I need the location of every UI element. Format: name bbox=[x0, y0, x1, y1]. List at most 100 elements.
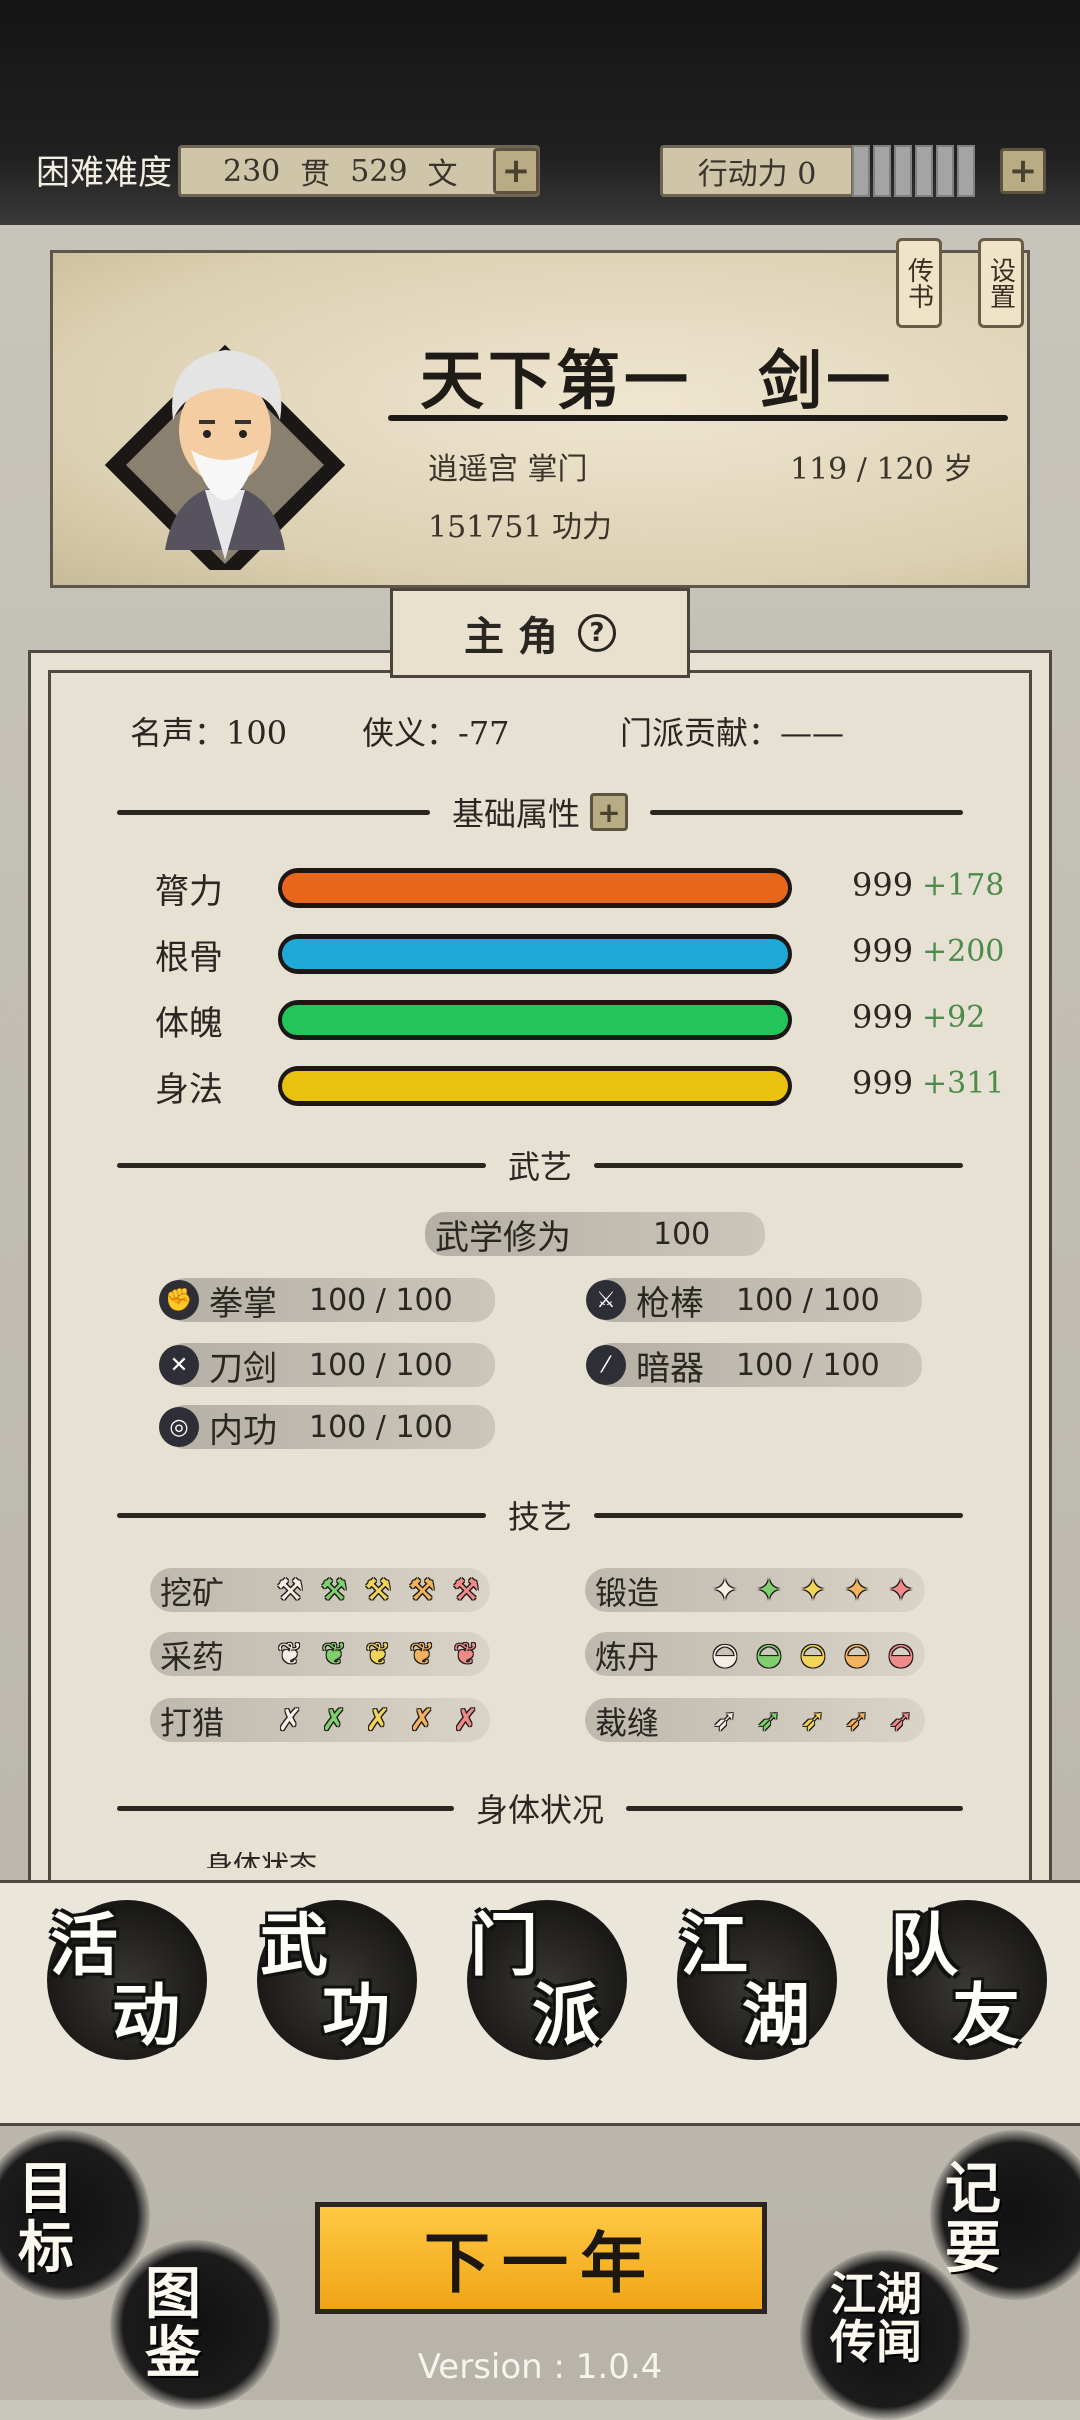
nav-label-char: 友 bbox=[952, 1976, 1021, 2056]
martial-skill-label: 内功 bbox=[209, 1410, 277, 1451]
tab-title: 主 角 bbox=[464, 613, 558, 660]
chivalry-stat: 侠义：-77 bbox=[362, 714, 510, 752]
add-attribute-button[interactable]: + bbox=[590, 793, 629, 831]
martial-cultivation-label: 武学修为 bbox=[435, 1217, 571, 1258]
character-title: 天下第一 bbox=[420, 344, 692, 419]
action-points-meter bbox=[852, 145, 975, 197]
martial-skill-label: 枪棒 bbox=[636, 1283, 704, 1324]
bow-icon: ✗ bbox=[453, 1702, 479, 1738]
attribute-bar bbox=[278, 868, 792, 908]
action-point-cell bbox=[915, 145, 933, 197]
pickaxe-icon: ⚒ bbox=[452, 1572, 480, 1608]
settings-tag-button[interactable]: 设置 bbox=[978, 238, 1024, 328]
tab-protagonist[interactable]: 主 角 ? bbox=[390, 588, 690, 678]
section-basic-attributes: 基础属性 + bbox=[95, 792, 985, 833]
avatar[interactable] bbox=[95, 320, 365, 570]
craft-level-icons: ◒ ◒ ◒ ◒ ◒ bbox=[705, 1634, 921, 1674]
martial-cultivation: 武学修为 100 bbox=[425, 1212, 765, 1258]
nav-label-char: 活 bbox=[50, 1906, 119, 1986]
needle-icon: ➶ bbox=[756, 1702, 782, 1738]
anvil-icon: ✦ bbox=[712, 1572, 738, 1608]
bow-icon: ✗ bbox=[321, 1702, 347, 1738]
attribute-bar-fill bbox=[282, 873, 788, 903]
needle-icon: ➶ bbox=[888, 1702, 914, 1738]
martial-cultivation-value: 100 bbox=[653, 1216, 711, 1252]
power: 151751 功力 bbox=[428, 510, 613, 545]
bow-icon: ✗ bbox=[409, 1702, 435, 1738]
difficulty-label: 困难难度 bbox=[36, 153, 172, 193]
needle-icon: ➶ bbox=[800, 1702, 826, 1738]
craft-level-icons: ✦ ✦ ✦ ✦ ✦ bbox=[705, 1570, 921, 1610]
craft-label[interactable]: 炼丹 bbox=[595, 1632, 659, 1678]
herb-icon: ❦ bbox=[409, 1636, 435, 1672]
martial-skill-row[interactable]: ✊ 拳掌 100 / 100 bbox=[159, 1278, 495, 1324]
nav-label-char: 湖 bbox=[742, 1976, 811, 2056]
martial-skill-row[interactable]: ⚔ 枪棒 100 / 100 bbox=[586, 1278, 922, 1324]
martial-skill-row[interactable]: ◎ 内功 100 / 100 bbox=[159, 1405, 495, 1451]
attribute-label: 身法 bbox=[155, 1070, 223, 1110]
action-points-label: 行动力 0 bbox=[660, 145, 854, 197]
add-money-button[interactable]: + bbox=[493, 148, 539, 194]
fame-stat: 名声：100 bbox=[130, 714, 288, 752]
attribute-label: 膂力 bbox=[155, 872, 223, 912]
attribute-bar-fill bbox=[282, 939, 788, 969]
pickaxe-icon: ⚒ bbox=[276, 1572, 304, 1608]
money-guan-value: 230 bbox=[223, 153, 281, 189]
martial-skill-row[interactable]: ⁄ 暗器 100 / 100 bbox=[586, 1343, 922, 1389]
help-icon[interactable]: ? bbox=[577, 614, 616, 652]
section-crafts: 技艺 bbox=[95, 1495, 985, 1536]
notes-button[interactable]: 记要 bbox=[945, 2160, 1005, 2278]
add-action-points-button[interactable]: + bbox=[1000, 148, 1046, 194]
action-point-cell bbox=[873, 145, 891, 197]
bowl-icon: ◒ bbox=[755, 1636, 783, 1672]
action-point-cell bbox=[957, 145, 975, 197]
attribute-value: 999 bbox=[852, 932, 914, 970]
attribute-value: 999 bbox=[852, 998, 914, 1036]
herb-icon: ❦ bbox=[277, 1636, 303, 1672]
craft-level-icons: ✗ ✗ ✗ ✗ ✗ bbox=[270, 1700, 486, 1740]
bow-icon: ✗ bbox=[277, 1702, 303, 1738]
nav-label-char: 江 bbox=[680, 1906, 749, 1986]
letters-tag-button[interactable]: 传书 bbox=[896, 238, 942, 328]
martial-skill-row[interactable]: ✕ 刀剑 100 / 100 bbox=[159, 1343, 495, 1389]
herb-icon: ❦ bbox=[365, 1636, 391, 1672]
section-body-label: 身体状况 bbox=[476, 1791, 605, 1829]
attribute-label: 根骨 bbox=[155, 938, 223, 978]
nav-label-char: 功 bbox=[322, 1976, 391, 2056]
bow-icon: ✗ bbox=[365, 1702, 391, 1738]
martial-skill-label: 暗器 bbox=[636, 1348, 704, 1389]
craft-level-icons: ❦ ❦ ❦ ❦ ❦ bbox=[270, 1634, 486, 1674]
fist-icon: ✊ bbox=[159, 1280, 199, 1320]
spear-icon: ⚔ bbox=[586, 1280, 626, 1320]
martial-skill-value: 100 / 100 bbox=[309, 1409, 453, 1445]
craft-label[interactable]: 采药 bbox=[160, 1632, 224, 1678]
version-label: Version : 1.0.4 bbox=[417, 2347, 663, 2387]
sect-role: 逍遥宫 掌门 bbox=[428, 452, 588, 487]
next-year-button[interactable]: 下一年 bbox=[315, 2202, 767, 2314]
nav-label-char: 动 bbox=[112, 1976, 181, 2056]
bowl-icon: ◒ bbox=[711, 1636, 739, 1672]
attribute-bonus: +178 bbox=[922, 868, 1005, 903]
attribute-value: 999 bbox=[852, 866, 914, 904]
craft-label[interactable]: 挖矿 bbox=[160, 1568, 224, 1614]
body-status-partial: 身体状态 bbox=[205, 1852, 317, 1868]
craft-label[interactable]: 打猎 bbox=[160, 1698, 224, 1744]
action-point-cell bbox=[894, 145, 912, 197]
money-guan-unit: 贯 bbox=[300, 157, 331, 192]
attribute-bonus: +200 bbox=[922, 934, 1005, 969]
sect-contribution-stat: 门派贡献：—— bbox=[620, 714, 845, 752]
action-point-cell bbox=[936, 145, 954, 197]
pickaxe-icon: ⚒ bbox=[408, 1572, 436, 1608]
martial-skill-value: 100 / 100 bbox=[736, 1282, 880, 1318]
attribute-label: 体魄 bbox=[155, 1004, 223, 1044]
martial-skill-value: 100 / 100 bbox=[309, 1347, 453, 1383]
herb-icon: ❦ bbox=[321, 1636, 347, 1672]
anvil-icon: ✦ bbox=[888, 1572, 914, 1608]
craft-label[interactable]: 锻造 bbox=[595, 1568, 659, 1614]
nav-label-char: 队 bbox=[890, 1906, 959, 1986]
goals-button[interactable]: 目标 bbox=[18, 2160, 78, 2278]
craft-label[interactable]: 裁缝 bbox=[595, 1698, 659, 1744]
attribute-value: 999 bbox=[852, 1064, 914, 1102]
money-wen-value: 529 bbox=[350, 153, 408, 189]
martial-skill-value: 100 / 100 bbox=[309, 1282, 453, 1318]
